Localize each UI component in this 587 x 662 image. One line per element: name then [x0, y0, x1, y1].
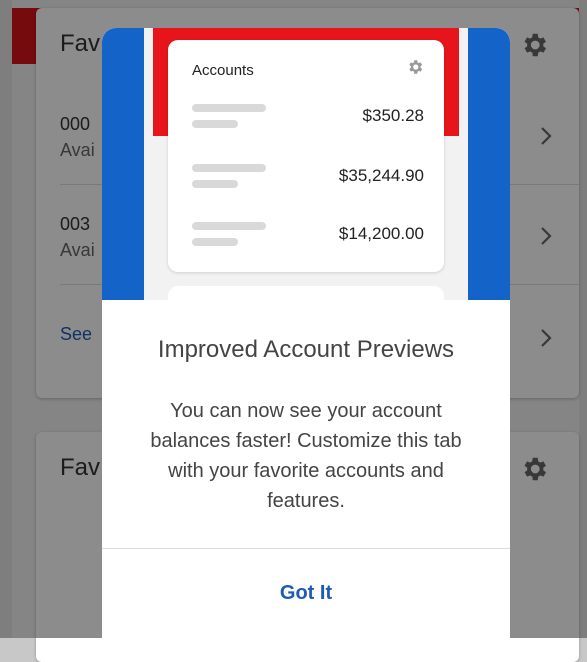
- dialog-hero-illustration: Accounts $350.28 $35,244.90 $14,200.00: [102, 28, 510, 316]
- placeholder-bar: [192, 164, 266, 172]
- preview-amount: $35,244.90: [338, 166, 424, 185]
- feature-dialog: Accounts $350.28 $35,244.90 $14,200.00 I…: [102, 28, 510, 638]
- placeholder-bar: [192, 180, 238, 188]
- preview-title: Accounts: [192, 62, 254, 79]
- dialog-body: You can now see your account balances fa…: [150, 400, 462, 512]
- preview-row: $14,200.00: [192, 220, 444, 250]
- placeholder-bar: [192, 238, 238, 246]
- preview-row: $350.28: [192, 102, 444, 132]
- preview-amount: $14,200.00: [338, 224, 424, 243]
- preview-next-card: [168, 286, 444, 316]
- placeholder-bar: [192, 222, 266, 230]
- preview-accounts-card: Accounts $350.28 $35,244.90 $14,200.00: [168, 40, 444, 272]
- got-it-button[interactable]: Got It: [102, 549, 510, 638]
- dialog-title: Improved Account Previews: [157, 336, 455, 363]
- placeholder-bar: [192, 104, 266, 112]
- preview-amount: $350.28: [362, 106, 424, 125]
- hero-phone-preview: Accounts $350.28 $35,244.90 $14,200.00: [144, 28, 468, 316]
- placeholder-bar: [192, 120, 238, 128]
- hero-blue-left: [102, 28, 144, 300]
- hero-blue-right: [468, 28, 510, 300]
- gear-icon: [409, 60, 423, 74]
- preview-row: $35,244.90: [192, 162, 444, 192]
